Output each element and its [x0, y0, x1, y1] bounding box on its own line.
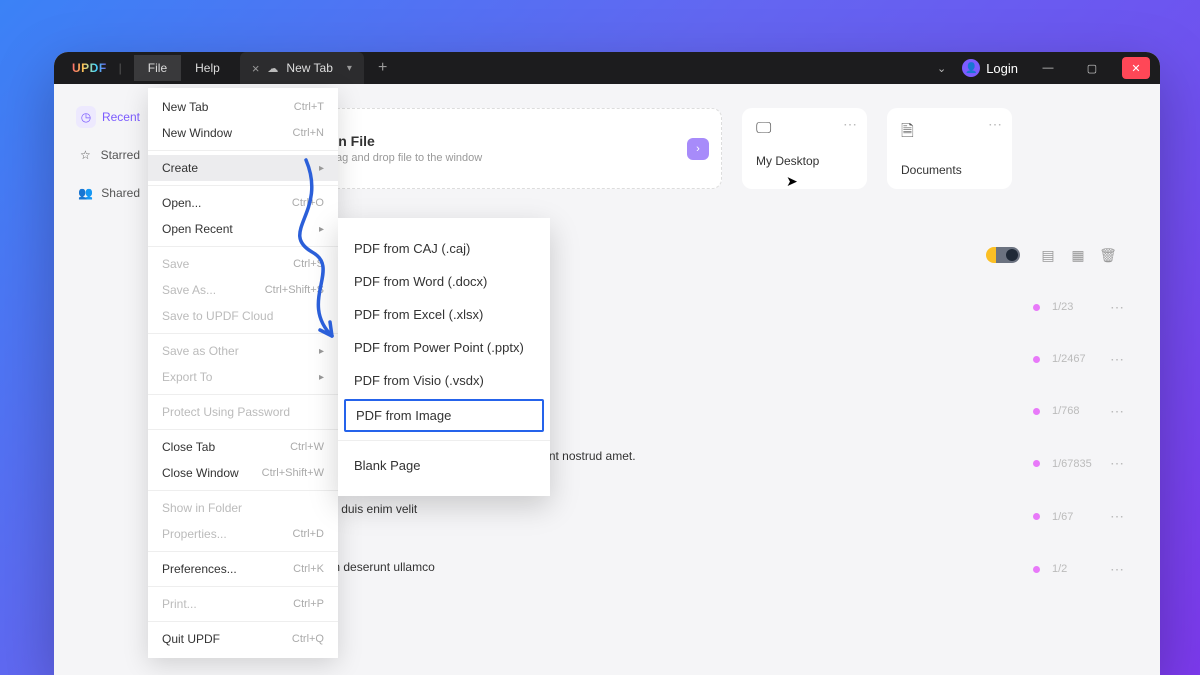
more-icon[interactable]: ⋯: [1110, 455, 1124, 472]
more-icon[interactable]: ⋯: [1110, 299, 1124, 316]
clock-icon: ◷: [76, 106, 96, 128]
menu-close-tab[interactable]: Close TabCtrl+W: [148, 434, 338, 460]
menu-new-window[interactable]: New WindowCtrl+N: [148, 120, 338, 146]
cursor-icon: ➤: [786, 173, 798, 190]
star-icon: ☆: [76, 144, 95, 166]
file-title: Amet minim mollit non deserunt ullamco: [222, 560, 1033, 574]
open-file-card[interactable]: Open File Or drag and drop file to the w…: [292, 108, 722, 189]
sidebar-item-label: Starred: [101, 148, 140, 162]
create-from-excel[interactable]: PDF from Excel (.xlsx): [338, 298, 550, 331]
menu-show-folder: Show in Folder: [148, 495, 338, 521]
create-from-visio[interactable]: PDF from Visio (.vsdx): [338, 364, 550, 397]
tab-new[interactable]: × ☁ New Tab ▾: [240, 52, 364, 84]
menu-new-tab[interactable]: New TabCtrl+T: [148, 94, 338, 120]
menu-print: Print...Ctrl+P: [148, 591, 338, 617]
login-label: Login: [986, 61, 1018, 76]
menu-save-other: Save as Other▸: [148, 338, 338, 364]
chevron-down-icon[interactable]: ⌄: [937, 62, 946, 75]
sidebar-item-label: Shared: [101, 186, 140, 200]
menu-open[interactable]: Open...Ctrl+O: [148, 190, 338, 216]
menu-create[interactable]: Create▸: [148, 155, 338, 181]
more-icon[interactable]: ⋯: [1110, 561, 1124, 578]
sidebar: ◷ Recent ☆ Starred 👥 Shared: [54, 84, 154, 675]
cloud-icon: ☁: [267, 62, 278, 75]
menu-protect: Protect Using Password: [148, 399, 338, 425]
location-desktop[interactable]: ⋯ 🖵 My Desktop: [742, 108, 867, 189]
trash-icon[interactable]: 🗑: [1096, 243, 1120, 267]
file-dropdown: New TabCtrl+T New WindowCtrl+N Create▸ O…: [148, 88, 338, 658]
file-size: 1/23: [1052, 301, 1102, 313]
create-blank-page[interactable]: Blank Page: [338, 449, 550, 482]
people-icon: 👥: [76, 182, 95, 204]
sidebar-item-recent[interactable]: ◷ Recent: [54, 98, 154, 136]
more-icon[interactable]: ⋯: [1110, 351, 1124, 368]
create-from-caj[interactable]: PDF from CAJ (.caj): [338, 232, 550, 265]
sidebar-item-shared[interactable]: 👥 Shared: [54, 174, 154, 212]
chevron-down-icon[interactable]: ▾: [347, 63, 352, 74]
location-label: My Desktop: [756, 154, 853, 168]
menu-open-recent[interactable]: Open Recent▸: [148, 216, 338, 242]
more-icon[interactable]: ⋯: [1110, 403, 1124, 420]
status-dot-icon: [1033, 304, 1040, 311]
document-icon: 🗎: [901, 120, 998, 147]
file-date: 10/6/13: [222, 520, 1033, 531]
menu-file[interactable]: File: [134, 55, 181, 81]
close-button[interactable]: ✕: [1122, 57, 1150, 79]
more-icon[interactable]: ⋯: [988, 116, 1002, 133]
menu-preferences[interactable]: Preferences...Ctrl+K: [148, 556, 338, 582]
menu-save-cloud: Save to UPDF Cloud: [148, 303, 338, 329]
file-size: 1/67835: [1052, 458, 1102, 470]
desktop-icon: 🖵: [756, 120, 853, 138]
menu-quit[interactable]: Quit UPDFCtrl+Q: [148, 626, 338, 652]
minimize-button[interactable]: —: [1034, 57, 1062, 79]
grid-view-icon[interactable]: ▦: [1066, 243, 1090, 267]
login-button[interactable]: 👤 Login: [962, 59, 1018, 77]
list-view-icon[interactable]: ▤: [1036, 243, 1060, 267]
create-submenu: PDF from CAJ (.caj) PDF from Word (.docx…: [338, 218, 550, 496]
create-from-image[interactable]: PDF from Image: [344, 399, 544, 432]
menu-save: SaveCtrl+S: [148, 251, 338, 277]
chevron-right-icon[interactable]: ›: [687, 138, 709, 160]
file-size: 1/67: [1052, 511, 1102, 523]
add-tab-button[interactable]: +: [368, 55, 397, 81]
status-dot-icon: [1033, 460, 1040, 467]
file-size: 1/768: [1052, 405, 1102, 417]
create-from-word[interactable]: PDF from Word (.docx): [338, 265, 550, 298]
sidebar-item-label: Recent: [102, 110, 140, 124]
create-from-ppt[interactable]: PDF from Power Point (.pptx): [338, 331, 550, 364]
menu-close-window[interactable]: Close WindowCtrl+Shift+W: [148, 460, 338, 486]
file-size: 1/2467: [1052, 353, 1102, 365]
more-icon[interactable]: ⋯: [843, 116, 857, 133]
app-logo: UPDF: [72, 61, 107, 75]
status-dot-icon: [1033, 356, 1040, 363]
status-dot-icon: [1033, 566, 1040, 573]
status-dot-icon: [1033, 513, 1040, 520]
tab-label: New Tab: [286, 61, 332, 75]
menu-save-as: Save As...Ctrl+Shift+S: [148, 277, 338, 303]
avatar-icon: 👤: [962, 59, 980, 77]
menu-help[interactable]: Help: [181, 55, 234, 81]
more-icon[interactable]: ⋯: [1110, 508, 1124, 525]
location-label: Documents: [901, 163, 998, 177]
status-dot-icon: [1033, 408, 1040, 415]
theme-toggle[interactable]: [986, 247, 1020, 263]
file-size: 1/2: [1052, 563, 1102, 575]
location-documents[interactable]: ⋯ 🗎 Documents: [887, 108, 1012, 189]
sidebar-item-starred[interactable]: ☆ Starred: [54, 136, 154, 174]
titlebar: UPDF | File Help × ☁ New Tab ▾ + ⌄ 👤 Log…: [54, 52, 1160, 84]
close-icon[interactable]: ×: [252, 61, 260, 76]
menu-properties: Properties...Ctrl+D: [148, 521, 338, 547]
menu-export: Export To▸: [148, 364, 338, 390]
file-title: Velit officia consequat duis enim velit: [222, 502, 1033, 516]
maximize-button[interactable]: ▢: [1078, 57, 1106, 79]
